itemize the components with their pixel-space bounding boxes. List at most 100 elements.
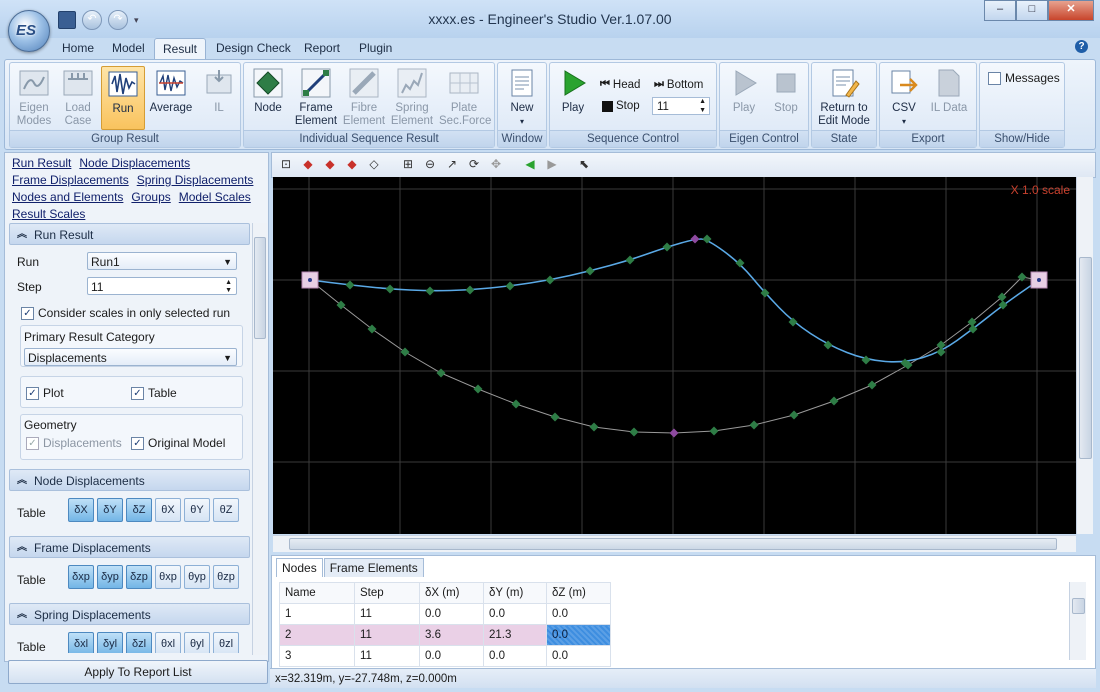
cell-step[interactable]: 11 [354, 624, 420, 646]
scrollbar-thumb[interactable] [289, 538, 1057, 550]
column-header-name[interactable]: Name [279, 582, 355, 604]
run-result-header[interactable]: ︽ Run Result [9, 223, 250, 245]
il-button[interactable]: IL [198, 66, 240, 128]
left-panel-scrollbar[interactable] [252, 223, 267, 655]
table-scrollbar[interactable] [1069, 582, 1086, 660]
step-spinner[interactable]: 11 ▲ ▼ [652, 97, 710, 115]
cell-dz-selected[interactable]: 0.0 [546, 624, 611, 646]
zoom-window-icon[interactable]: ⊞ [400, 156, 416, 172]
plot-vertical-scrollbar[interactable] [1076, 177, 1093, 534]
cell-dy[interactable]: 0.0 [483, 603, 547, 625]
cell-step[interactable]: 11 [354, 603, 420, 625]
toggle-tx[interactable]: θX [155, 498, 181, 522]
table-row[interactable]: 3 11 0.0 0.0 0.0 [279, 645, 611, 667]
cell-name[interactable]: 2 [279, 624, 355, 646]
plot-checkbox[interactable]: ✓ Plot [26, 386, 64, 400]
tab-result[interactable]: Result [154, 38, 207, 59]
checkbox-checked-icon[interactable]: ✓ [26, 386, 39, 400]
run-select[interactable]: Run1 ▼ [87, 252, 237, 270]
view-top-icon[interactable]: ◇ [366, 156, 382, 172]
cell-step[interactable]: 11 [354, 645, 420, 667]
toggle-dzl[interactable]: δzl [126, 632, 152, 653]
view-3d-icon[interactable]: ◆ [300, 156, 316, 172]
help-icon[interactable]: ? [1075, 40, 1088, 53]
new-window-button[interactable]: New ▾ [501, 66, 543, 128]
toggle-dzp[interactable]: δzp [126, 565, 152, 589]
fibre-element-button[interactable]: Fibre Element [341, 66, 387, 128]
spinner-arrows-icon[interactable]: ▲ ▼ [225, 279, 232, 295]
return-to-edit-mode-button[interactable]: Return to Edit Mode [815, 66, 873, 128]
stop-button[interactable]: Stop [602, 100, 640, 112]
tab-plugin[interactable]: Plugin [351, 38, 400, 58]
eigen-stop-button[interactable]: Stop [765, 66, 807, 128]
table-checkbox[interactable]: ✓ Table [131, 386, 177, 400]
column-header-step[interactable]: Step [354, 582, 420, 604]
toggle-dyl[interactable]: δyl [97, 632, 123, 653]
column-header-dx[interactable]: δX (m) [419, 582, 484, 604]
cell-dy[interactable]: 0.0 [483, 645, 547, 667]
step-input[interactable]: 11 ▲ ▼ [87, 277, 237, 295]
toggle-typ[interactable]: θyp [184, 565, 210, 589]
toggle-txp[interactable]: θxp [155, 565, 181, 589]
toggle-txl[interactable]: θxl [155, 632, 181, 653]
frame-displacements-header[interactable]: ︽ Frame Displacements [9, 536, 250, 558]
checkbox-checked-icon[interactable]: ✓ [131, 386, 144, 400]
zoom-extents-icon[interactable]: ↗ [444, 156, 460, 172]
link-frame-displacements[interactable]: Frame Displacements [12, 173, 129, 187]
original-model-checkbox[interactable]: ✓ Original Model [131, 436, 225, 450]
scrollbar-thumb[interactable] [1072, 598, 1085, 614]
checkbox-checked-icon[interactable]: ✓ [131, 436, 144, 450]
toggle-dyp[interactable]: δyp [97, 565, 123, 589]
result-plot-view[interactable]: X 1.0 scale [273, 177, 1076, 534]
consider-scales-checkbox[interactable]: ✓ Consider scales in only selected run [21, 306, 230, 320]
column-header-dz[interactable]: δZ (m) [546, 582, 611, 604]
plate-sec-force-button[interactable]: Plate Sec.Force [439, 66, 491, 128]
plot-horizontal-scrollbar[interactable] [273, 535, 1076, 552]
toggle-dz[interactable]: δZ [126, 498, 152, 522]
primary-category-select[interactable]: Displacements ▼ [24, 348, 237, 366]
checkbox-box[interactable] [988, 71, 1001, 85]
tab-frame-elements[interactable]: Frame Elements [323, 558, 424, 577]
pan-icon[interactable]: ✥ [488, 156, 504, 172]
select-cursor-icon[interactable]: ⬉ [576, 156, 592, 172]
table-row[interactable]: 1 11 0.0 0.0 0.0 [279, 603, 611, 625]
toggle-dxp[interactable]: δxp [68, 565, 94, 589]
tab-model[interactable]: Model [104, 38, 153, 58]
toggle-dxl[interactable]: δxl [68, 632, 94, 653]
minimize-button[interactable]: – [984, 0, 1016, 21]
spring-displacements-header[interactable]: ︽ Spring Displacements [9, 603, 250, 625]
cell-name[interactable]: 3 [279, 645, 355, 667]
toggle-tz[interactable]: θZ [213, 498, 239, 522]
eigen-modes-button[interactable]: Eigen Modes [13, 66, 55, 128]
apply-to-report-list-button[interactable]: Apply To Report List [8, 660, 268, 684]
messages-checkbox[interactable]: Messages [988, 71, 1060, 85]
link-run-result[interactable]: Run Result [12, 156, 71, 170]
toggle-tzp[interactable]: θzp [213, 565, 239, 589]
cell-dx[interactable]: 0.0 [419, 603, 484, 625]
link-spring-displacements[interactable]: Spring Displacements [137, 173, 254, 187]
link-groups[interactable]: Groups [131, 190, 170, 204]
scrollbar-thumb[interactable] [1079, 257, 1092, 459]
link-result-scales[interactable]: Result Scales [12, 207, 85, 221]
scrollbar-thumb[interactable] [254, 237, 266, 339]
view-front-icon[interactable]: ◆ [322, 156, 338, 172]
node-displacements-header[interactable]: ︽ Node Displacements [9, 469, 250, 491]
csv-button[interactable]: CSV ▾ [883, 66, 925, 128]
tab-home[interactable]: Home [54, 38, 102, 58]
plot-canvas[interactable] [273, 177, 1076, 534]
geom-displacements-checkbox[interactable]: ✓ Displacements [26, 436, 122, 450]
node-button[interactable]: Node [247, 66, 289, 128]
column-header-dy[interactable]: δY (m) [483, 582, 547, 604]
table-row-selected[interactable]: 2 11 3.6 21.3 0.0 [279, 624, 611, 646]
sequence-play-button[interactable]: Play [553, 66, 593, 128]
close-button[interactable]: ✕ [1048, 0, 1094, 21]
tab-nodes[interactable]: Nodes [276, 558, 323, 577]
cell-dz[interactable]: 0.0 [546, 603, 611, 625]
head-button[interactable]: ⏮ Head [600, 78, 640, 91]
frame-element-button[interactable]: Frame Element [293, 66, 339, 128]
forward-icon[interactable]: ▶ [544, 156, 560, 172]
maximize-button[interactable]: □ [1016, 0, 1048, 21]
toggle-dy[interactable]: δY [97, 498, 123, 522]
cell-dy[interactable]: 21.3 [483, 624, 547, 646]
il-data-button[interactable]: IL Data [928, 66, 970, 128]
